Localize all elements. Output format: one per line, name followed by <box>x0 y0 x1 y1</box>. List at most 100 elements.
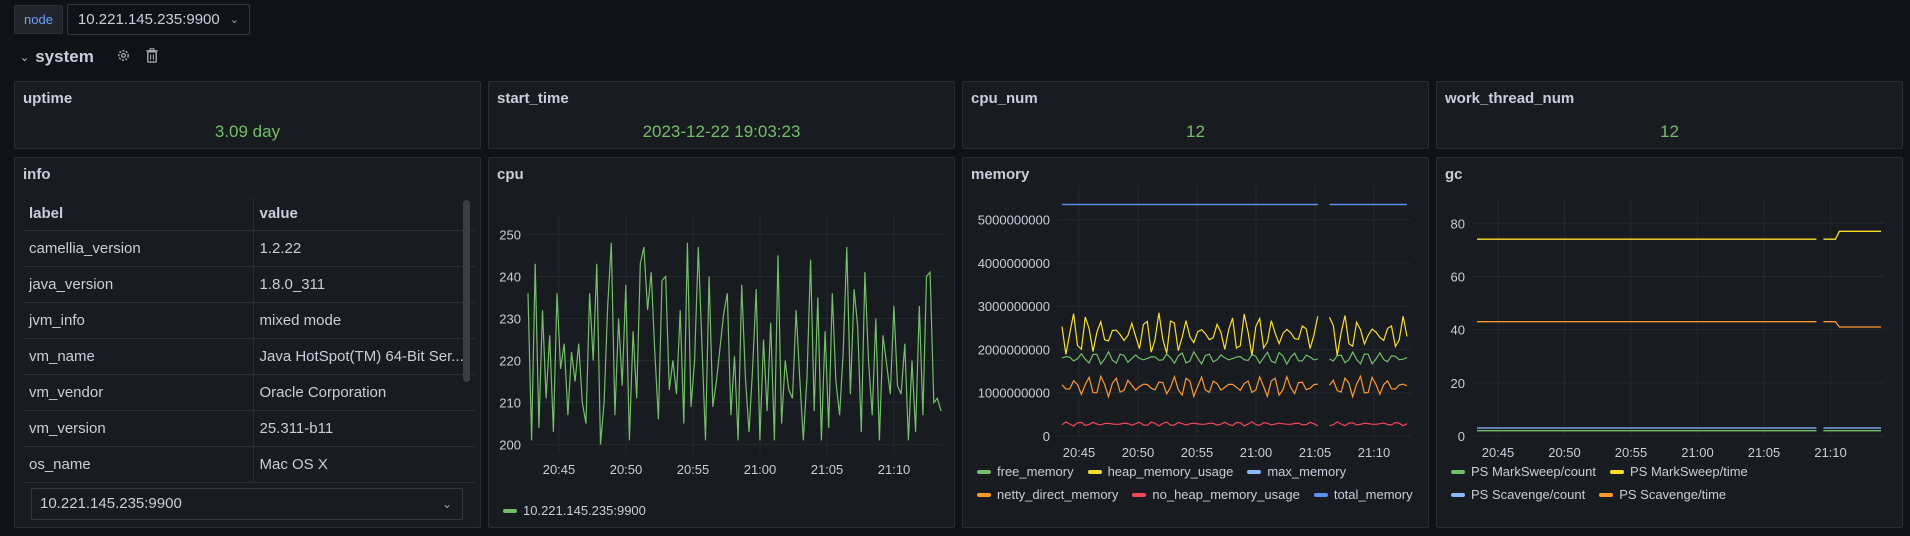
series-line-netty_direct_memory <box>1329 374 1408 399</box>
y-tick-label: 20 <box>1451 376 1465 391</box>
legend-item[interactable]: PS Scavenge/count <box>1451 487 1585 502</box>
y-tick-label: 0 <box>1043 429 1050 444</box>
y-tick-label: 5000000000 <box>978 213 1050 228</box>
legend-item[interactable]: free_memory <box>977 464 1074 479</box>
y-tick-label: 2000000000 <box>978 342 1050 357</box>
table-cell: os_name <box>23 446 254 483</box>
table-cell: 25.311-b11 <box>253 410 475 447</box>
cpu-chart[interactable]: 200 210 220 230 240 250 20:45 20:50 20:55 21:00 21… <box>489 158 954 527</box>
info-panel: info label value camellia_version 1.2.22 … <box>14 157 481 528</box>
series-line-free_memory <box>1329 350 1408 366</box>
x-tick-label: 21:00 <box>744 462 777 477</box>
table-row: jvm_info mixed mode <box>23 302 475 339</box>
legend-item[interactable]: max_memory <box>1247 464 1346 479</box>
x-tick-label: 20:45 <box>543 462 576 477</box>
legend-label: PS MarkSweep/time <box>1630 464 1748 479</box>
legend-item[interactable]: 10.221.145.235:9900 <box>503 503 646 518</box>
legend-swatch <box>1599 492 1614 497</box>
panel-title: info <box>23 166 51 183</box>
y-tick-label: 3000000000 <box>978 299 1050 314</box>
x-tick-label: 20:50 <box>1548 445 1581 460</box>
legend-item[interactable]: PS MarkSweep/time <box>1610 464 1748 479</box>
trash-icon[interactable] <box>145 48 159 66</box>
x-tick-label: 21:10 <box>878 462 911 477</box>
y-tick-label: 200 <box>499 438 521 453</box>
legend-label: max_memory <box>1267 464 1347 479</box>
table-row: os_name Mac OS X <box>23 446 475 483</box>
x-tick-label: 20:50 <box>610 462 643 477</box>
legend-label: PS Scavenge/count <box>1471 487 1586 502</box>
column-header-label[interactable]: label <box>23 198 254 231</box>
legend-swatch <box>1132 492 1147 497</box>
node-variable-select[interactable]: 10.221.145.235:9900 ⌄ <box>66 4 250 35</box>
legend-label: netty_direct_memory <box>997 487 1119 502</box>
y-tick-label: 230 <box>499 311 521 326</box>
table-cell: camellia_version <box>23 230 254 267</box>
gear-icon[interactable] <box>116 48 131 66</box>
table-cell: vm_version <box>23 410 254 447</box>
chevron-down-icon[interactable]: ⌄ <box>20 51 29 64</box>
table-cell: Mac OS X <box>253 446 475 483</box>
y-tick-label: 4000000000 <box>978 256 1050 271</box>
node-select[interactable]: 10.221.145.235:9900 ⌄ <box>31 488 463 520</box>
x-tick-label: 21:00 <box>1240 445 1273 460</box>
table-row: camellia_version 1.2.22 <box>23 230 475 267</box>
legend-swatch <box>1610 469 1625 474</box>
series-line-PS Scavenge/time <box>1823 321 1881 328</box>
node-select-value: 10.221.145.235:9900 <box>40 495 182 512</box>
legend-item[interactable]: total_memory <box>1313 487 1413 502</box>
series-line-PS MarkSweep/time <box>1823 230 1881 240</box>
legend-item[interactable]: no_heap_memory_usage <box>1132 487 1300 502</box>
legend-item[interactable]: heap_memory_usage <box>1087 464 1233 479</box>
legend-label: free_memory <box>997 464 1074 479</box>
stat-panel-cpu-num: cpu_num 12 <box>962 81 1429 149</box>
legend-swatch <box>1313 492 1328 497</box>
y-tick-label: 80 <box>1451 216 1465 231</box>
legend-label: 10.221.145.235:9900 <box>523 503 646 518</box>
stat-value: 2023-12-22 19:03:23 <box>642 122 801 141</box>
chart-legend: 10.221.145.235:9900 <box>503 503 646 518</box>
series-line-netty_direct_memory <box>1061 374 1318 399</box>
table-header-row: label value <box>23 198 475 231</box>
series-line-no_heap_memory_usage <box>1061 421 1319 427</box>
x-tick-label: 21:10 <box>1358 445 1391 460</box>
series-line-cpu <box>527 242 942 445</box>
series-line-no_heap_memory_usage <box>1329 421 1408 427</box>
legend-item[interactable]: PS MarkSweep/count <box>1451 464 1596 479</box>
table-cell: vm_vendor <box>23 374 254 411</box>
node-variable-value: 10.221.145.235:9900 <box>77 11 220 28</box>
table-cell: 1.2.22 <box>253 230 475 267</box>
legend-label: total_memory <box>1333 487 1413 502</box>
x-tick-label: 20:55 <box>677 462 710 477</box>
table-cell: jvm_info <box>23 302 254 339</box>
cpu-panel: cpu 200 210 220 230 240 250 20:45 20:50 20:55 21:… <box>488 157 955 528</box>
x-tick-label: 20:55 <box>1181 445 1214 460</box>
legend-item[interactable]: PS Scavenge/time <box>1599 487 1726 502</box>
x-tick-label: 21:00 <box>1681 445 1714 460</box>
x-tick-label: 21:05 <box>811 462 844 477</box>
stat-panel-uptime: uptime 3.09 day <box>14 81 481 149</box>
legend-swatch <box>1087 469 1102 474</box>
legend-swatch <box>1451 492 1465 497</box>
row-header[interactable]: ⌄ system <box>20 47 159 67</box>
table-cell: Oracle Corporation <box>253 374 475 411</box>
table-scrollbar[interactable] <box>463 200 470 382</box>
table-cell: java_version <box>23 266 254 303</box>
x-tick-label: 21:10 <box>1814 445 1847 460</box>
y-tick-label: 60 <box>1451 269 1465 284</box>
x-tick-label: 20:45 <box>1482 445 1515 460</box>
column-header-value[interactable]: value <box>253 198 475 231</box>
gc-panel: gc 0 20 40 60 80 20:45 20:50 20:55 21:00 21:05 21:… <box>1436 157 1903 528</box>
y-tick-label: 250 <box>499 227 521 242</box>
stat-value: 3.09 day <box>214 122 281 141</box>
variable-bar: node 10.221.145.235:9900 ⌄ <box>14 4 250 35</box>
panel-title: work_thread_num <box>1445 90 1575 107</box>
y-tick-label: 240 <box>499 269 521 284</box>
table-cell: 1.8.0_311 <box>253 266 475 303</box>
table-row: vm_version 25.311-b11 <box>23 410 475 447</box>
y-tick-label: 210 <box>499 396 521 411</box>
series-line-free_memory <box>1061 350 1318 366</box>
y-tick-label: 0 <box>1458 429 1465 444</box>
legend-item[interactable]: netty_direct_memory <box>977 487 1118 502</box>
table-row: java_version 1.8.0_311 <box>23 266 475 303</box>
